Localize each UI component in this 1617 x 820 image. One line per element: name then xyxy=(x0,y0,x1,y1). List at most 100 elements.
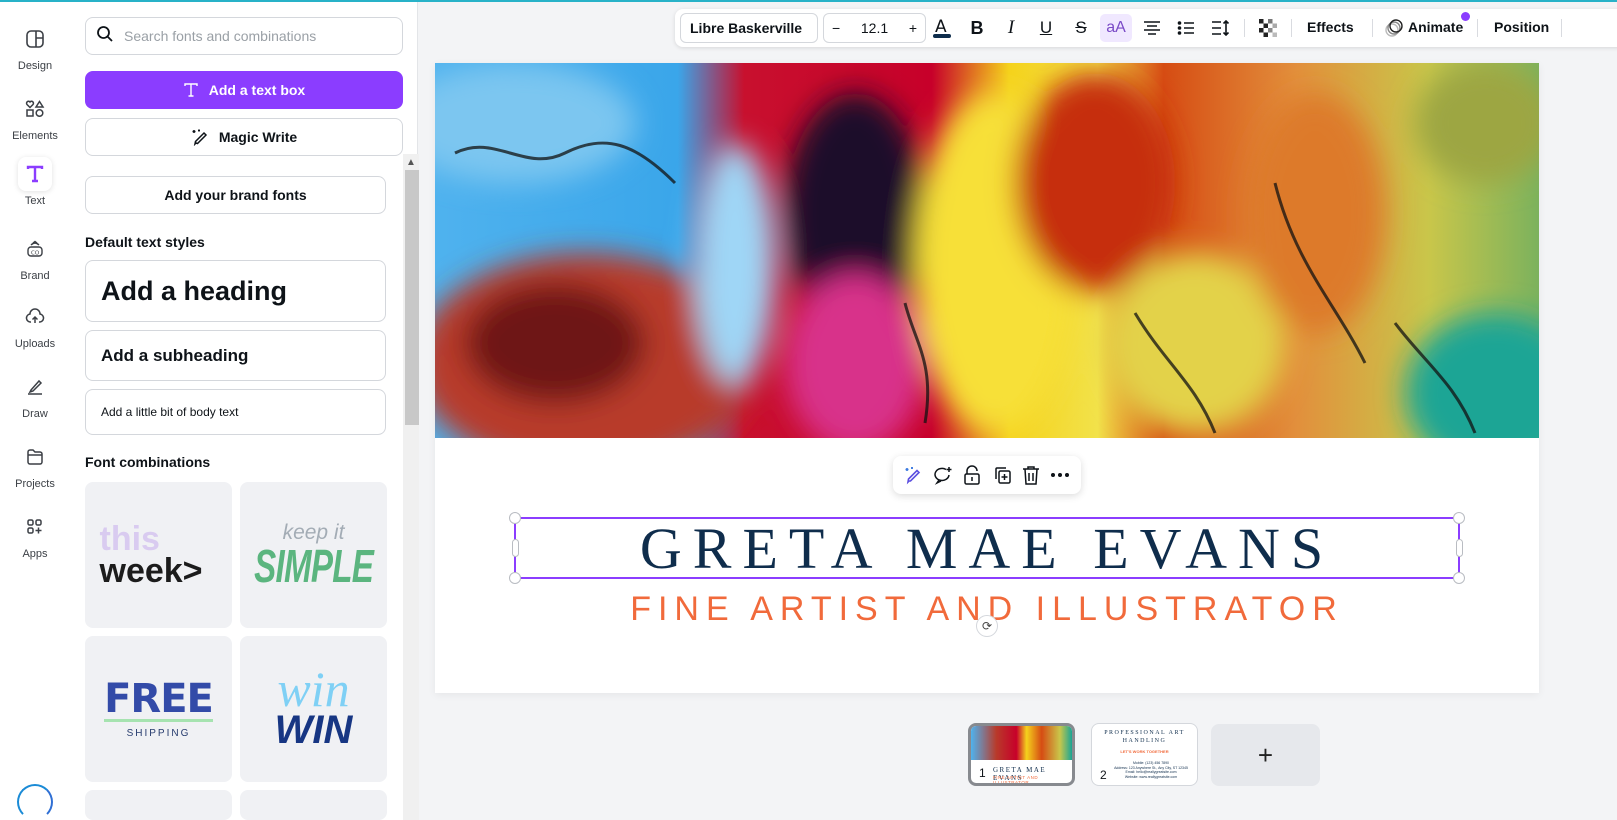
add-brand-fonts-button[interactable]: Add your brand fonts xyxy=(85,176,386,214)
font-combination-this-week[interactable]: this week> xyxy=(85,482,232,628)
resize-handle-top-right[interactable] xyxy=(1453,512,1465,524)
combo-text-line1: FREE xyxy=(104,676,214,722)
resize-handle-right[interactable] xyxy=(1455,539,1463,557)
more-options-icon[interactable] xyxy=(1047,462,1073,488)
page-number: 2 xyxy=(1100,768,1107,782)
list-icon[interactable] xyxy=(1172,14,1200,42)
bold-icon[interactable]: B xyxy=(963,14,991,42)
font-size-stepper: − 12.1 + xyxy=(823,13,926,43)
resize-handle-bottom-right[interactable] xyxy=(1453,572,1465,584)
thumbnail-art xyxy=(971,726,1072,760)
duplicate-icon[interactable] xyxy=(989,462,1015,488)
toolbar-divider xyxy=(1561,19,1562,37)
font-combinations-title: Font combinations xyxy=(85,454,211,470)
add-body-text-card[interactable]: Add a little bit of body text xyxy=(85,389,386,435)
combo-text-line1: this xyxy=(99,520,160,558)
rail-item-uploads[interactable]: Uploads xyxy=(0,300,70,362)
delete-trash-icon[interactable] xyxy=(1018,462,1044,488)
font-combination-card[interactable] xyxy=(240,790,387,820)
scroll-up-arrow-icon[interactable]: ▲ xyxy=(403,154,419,170)
resize-handle-top-left[interactable] xyxy=(509,512,521,524)
add-heading-label: Add a heading xyxy=(101,275,288,306)
magic-write-label: Magic Write xyxy=(218,129,298,145)
effects-button[interactable]: Effects xyxy=(1307,19,1354,35)
font-combination-keep-it-simple[interactable]: keep it SIMPLE xyxy=(240,482,387,628)
add-subheading-label: Add a subheading xyxy=(101,345,249,365)
thumbnail-contact-lines: Mobile: (123) 456 7890 Address: 123 Anyw… xyxy=(1106,761,1196,780)
search-input[interactable] xyxy=(124,28,384,44)
magic-edit-icon[interactable] xyxy=(901,462,927,488)
search-icon xyxy=(96,25,114,48)
rail-item-apps[interactable]: Apps xyxy=(0,510,70,572)
add-brand-fonts-label: Add your brand fonts xyxy=(164,187,307,203)
rotate-handle-icon[interactable]: ⟳ xyxy=(976,615,998,637)
text-T-icon xyxy=(18,157,52,191)
new-feature-dot xyxy=(1461,12,1470,21)
rail-item-elements[interactable]: Elements xyxy=(0,92,70,154)
panel-scrollbar-thumb[interactable] xyxy=(405,170,419,425)
strikethrough-icon[interactable]: S xyxy=(1067,14,1095,42)
font-combination-card[interactable] xyxy=(85,790,232,820)
page-number: 1 xyxy=(979,766,986,780)
brand-kit-icon: CO xyxy=(18,232,52,266)
pen-icon xyxy=(18,370,52,404)
rail-item-projects[interactable]: Projects xyxy=(0,440,70,502)
spacing-icon[interactable] xyxy=(1207,14,1235,42)
abstract-fluid-art-image[interactable] xyxy=(435,63,1539,438)
font-family-select[interactable]: Libre Baskerville xyxy=(680,13,818,43)
rail-item-design[interactable]: Design xyxy=(0,22,70,84)
position-button[interactable]: Position xyxy=(1494,19,1549,35)
letter-case-icon[interactable]: aA xyxy=(1100,14,1132,42)
resize-handle-bottom-left[interactable] xyxy=(509,572,521,584)
text-color-icon[interactable]: A xyxy=(928,14,956,42)
lock-icon[interactable] xyxy=(959,462,985,488)
text-T-icon xyxy=(183,82,199,98)
add-page-button[interactable]: + xyxy=(1211,724,1320,786)
toolbar-divider xyxy=(1244,19,1245,37)
rail-item-draw[interactable]: Draw xyxy=(0,370,70,432)
combo-text-line2: SIMPLE xyxy=(254,539,374,592)
combo-text-line1: win xyxy=(277,660,350,717)
default-text-styles-title: Default text styles xyxy=(85,234,205,250)
animate-icon xyxy=(1380,14,1408,42)
font-combination-win-win[interactable]: win WIN xyxy=(240,636,387,782)
underline-icon[interactable]: U xyxy=(1032,14,1060,42)
decrease-font-size-button[interactable]: − xyxy=(832,20,840,36)
transparency-icon[interactable] xyxy=(1254,14,1282,42)
apps-grid-icon xyxy=(18,510,52,544)
toolbar-divider xyxy=(1477,19,1478,37)
add-text-box-label: Add a text box xyxy=(208,82,306,98)
font-size-input[interactable]: 12.1 xyxy=(861,20,888,36)
align-center-icon[interactable] xyxy=(1138,14,1166,42)
cloud-upload-icon xyxy=(18,300,52,334)
folder-icon xyxy=(18,440,52,474)
add-text-box-button[interactable]: Add a text box xyxy=(85,71,403,109)
selected-title-textbox[interactable]: GRETA MAE EVANS xyxy=(509,512,1465,584)
side-navigation-rail: Design Elements Text CO Brand Uploads Dr… xyxy=(0,2,70,820)
toolbar-divider xyxy=(1372,19,1373,37)
magic-write-button[interactable]: Magic Write xyxy=(85,118,403,156)
element-context-menu xyxy=(893,456,1081,494)
page-thumbnail-1[interactable]: GRETA MAE EVANS FINE ARTIST AND ILLUSTRA… xyxy=(968,723,1075,786)
combo-text-line2: SHIPPING xyxy=(126,728,191,739)
shapes-icon xyxy=(18,92,52,126)
thumbnail-subtitle: LET'S WORK TOGETHER xyxy=(1120,749,1169,754)
rail-item-text[interactable]: Text xyxy=(0,157,70,219)
rail-item-brand[interactable]: CO Brand xyxy=(0,232,70,294)
add-subheading-card[interactable]: Add a subheading xyxy=(85,330,386,381)
add-heading-card[interactable]: Add a heading xyxy=(85,260,386,322)
toolbar-divider xyxy=(1291,19,1292,37)
design-canvas-page[interactable]: GRETA MAE EVANS FINE ARTIST AND ILLUSTRA… xyxy=(435,63,1539,693)
animate-button[interactable]: Animate xyxy=(1408,19,1463,35)
font-combination-free-shipping[interactable]: FREE SHIPPING xyxy=(85,636,232,782)
name-title-text[interactable]: GRETA MAE EVANS xyxy=(516,516,1458,581)
increase-font-size-button[interactable]: + xyxy=(909,20,917,36)
add-comment-icon[interactable] xyxy=(930,462,956,488)
magic-media-circle-icon[interactable] xyxy=(17,784,53,820)
search-box[interactable] xyxy=(85,17,403,55)
resize-handle-left[interactable] xyxy=(511,539,519,557)
text-panel: Add a text box Magic Write ▲ Add your br… xyxy=(70,2,419,820)
italic-icon[interactable]: I xyxy=(997,14,1025,42)
contact-line: Website: www.reallygreatsite.com xyxy=(1124,775,1178,780)
page-thumbnail-2[interactable]: PROFESSIONAL ART HANDLING LET'S WORK TOG… xyxy=(1091,723,1198,786)
